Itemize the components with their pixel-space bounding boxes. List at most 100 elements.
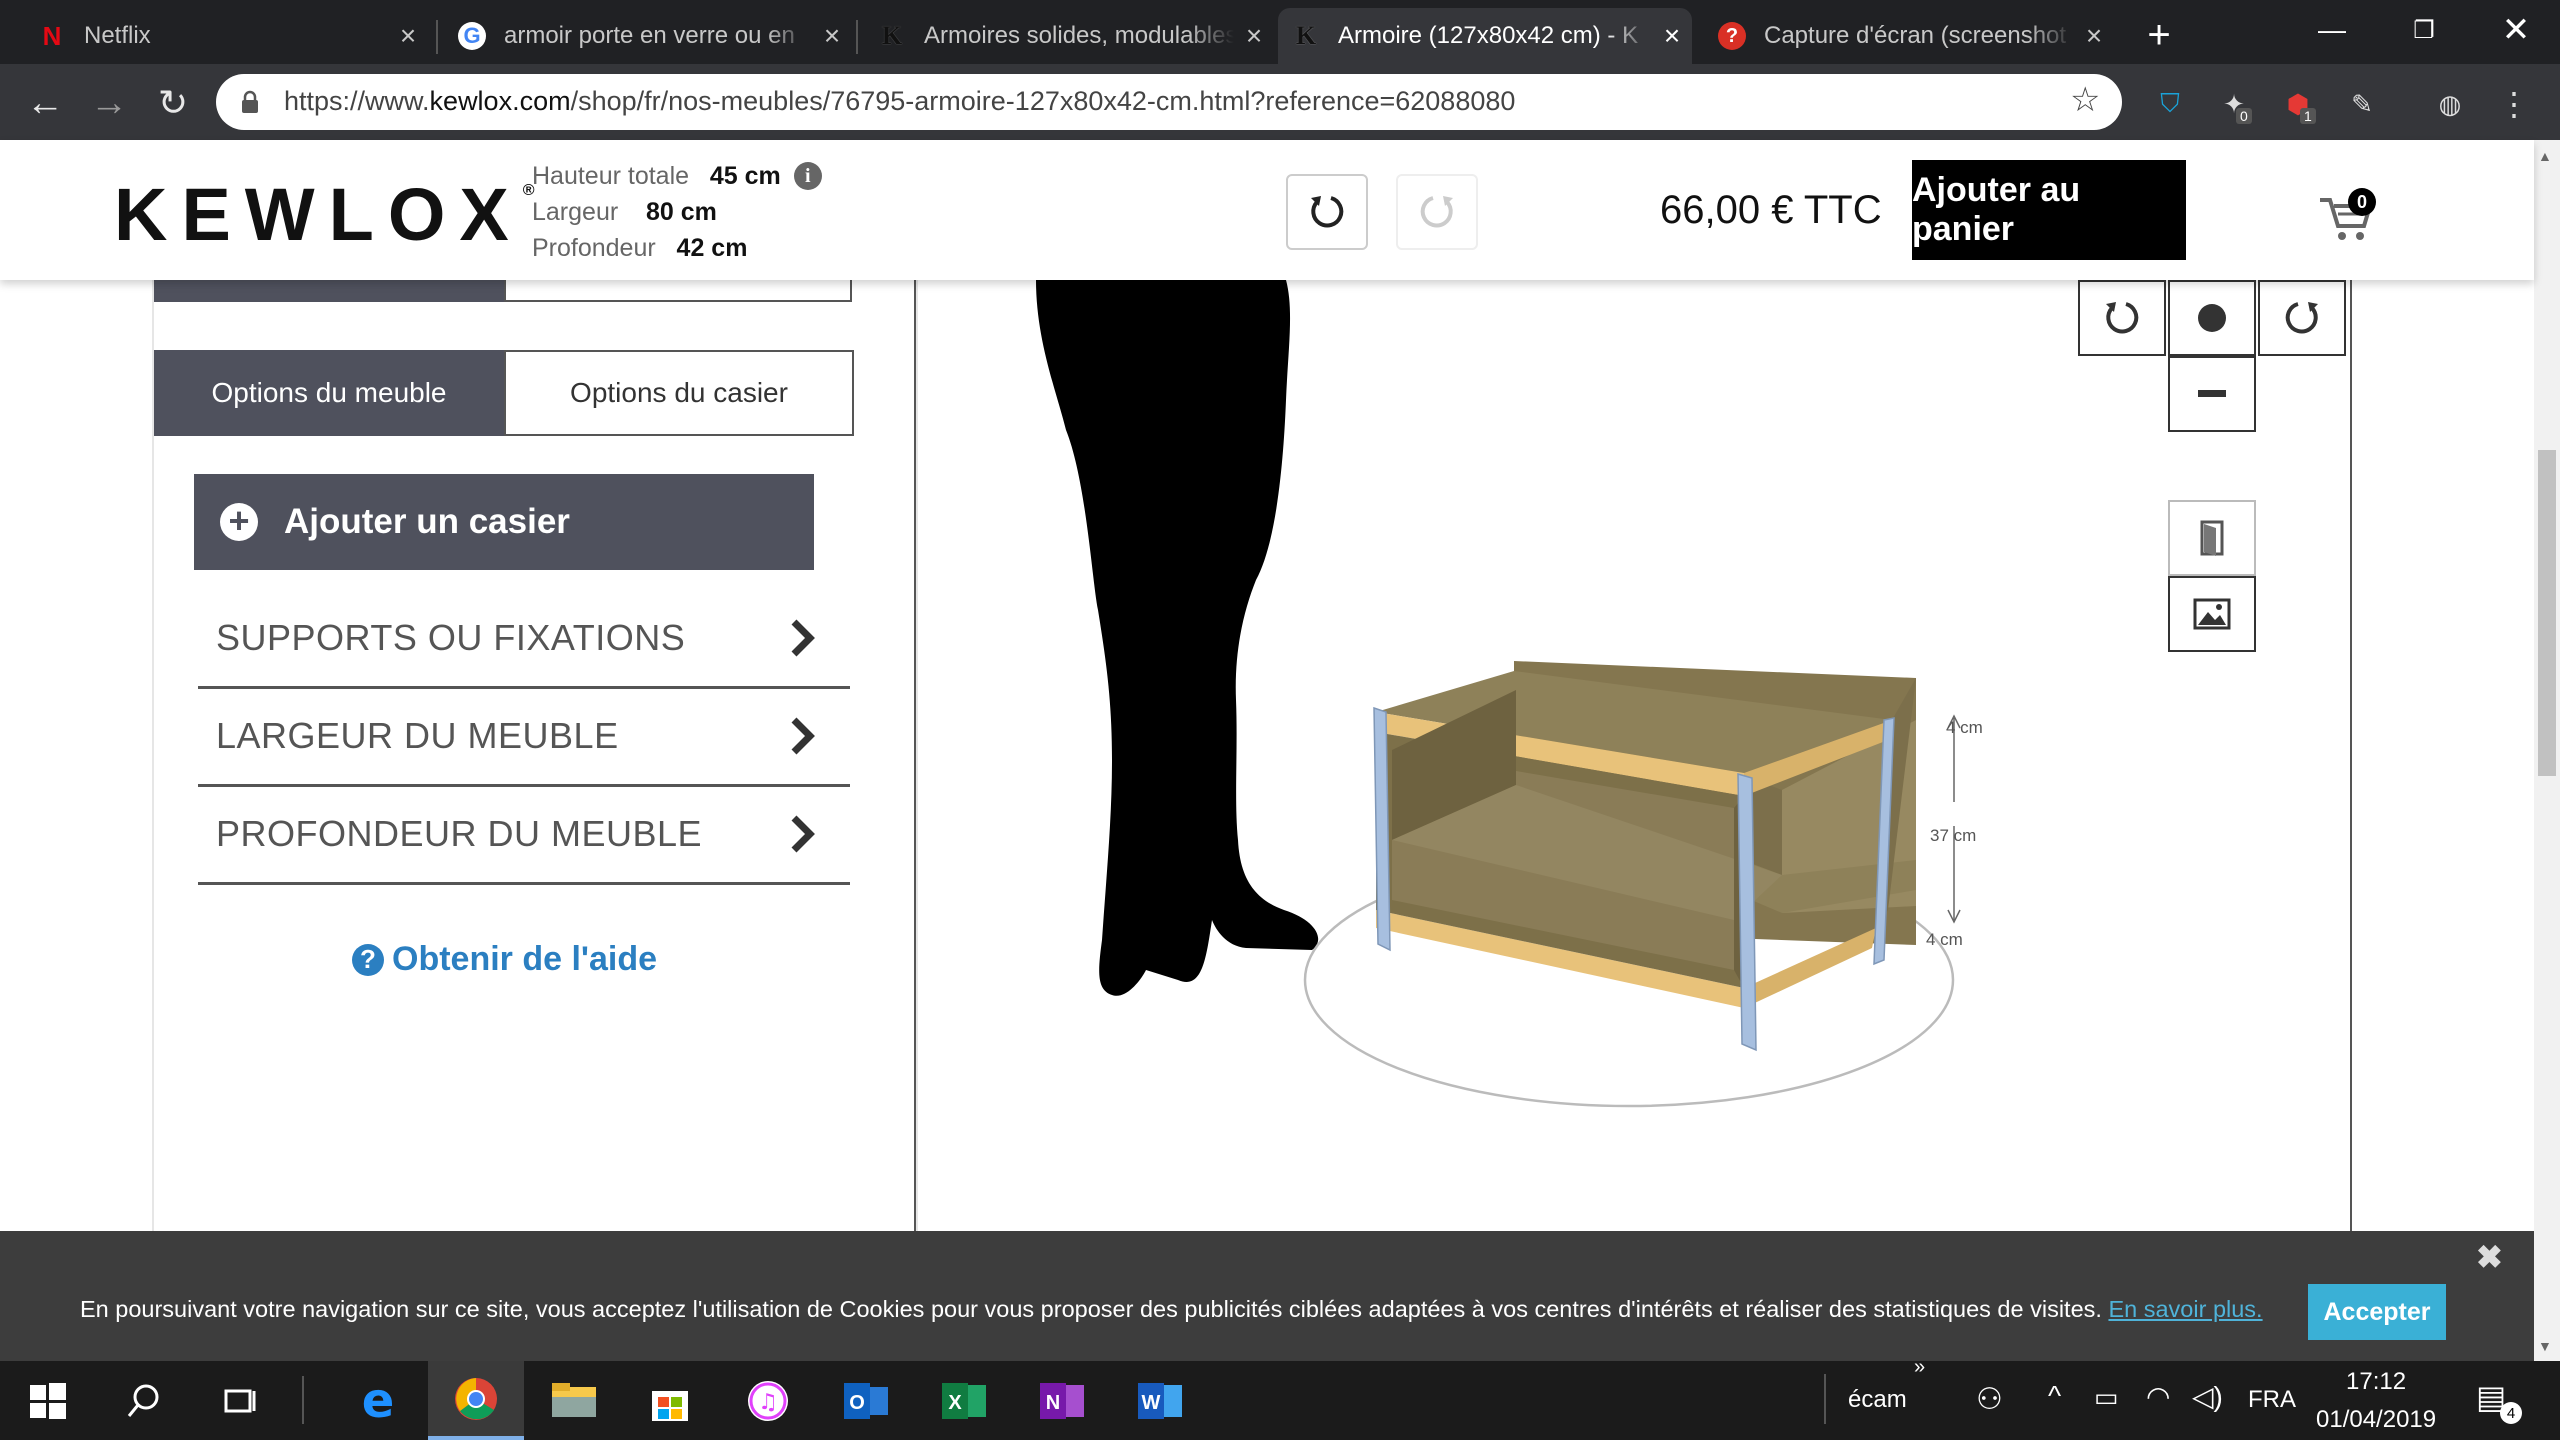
- svg-text:O: O: [849, 1392, 865, 1414]
- tab-furniture-options[interactable]: Options du meuble: [154, 350, 504, 436]
- close-icon[interactable]: ×: [2074, 20, 2114, 52]
- tab-netflix[interactable]: N Netflix ×: [24, 8, 428, 64]
- taskbar-excel[interactable]: X: [916, 1361, 1012, 1440]
- add-to-cart-button[interactable]: Ajouter au panier: [1912, 160, 2186, 260]
- cookie-text: En poursuivant votre navigation sur ce s…: [80, 1296, 2263, 1322]
- help-label: Obtenir de l'aide: [392, 940, 658, 978]
- taskbar-explorer[interactable]: [526, 1361, 622, 1440]
- section-width[interactable]: LARGEUR DU MEUBLE: [198, 688, 850, 787]
- input-language[interactable]: FRA: [2248, 1386, 2296, 1414]
- google-icon: G: [458, 22, 486, 50]
- tab-title: armoir porte en verre ou en: [504, 22, 795, 49]
- cookie-more-link[interactable]: En savoir plus.: [2108, 1296, 2262, 1322]
- depth-spec: Profondeur 42 cm: [532, 234, 748, 262]
- close-icon[interactable]: ×: [1234, 20, 1274, 52]
- redo-button[interactable]: [1396, 174, 1478, 250]
- minimize-icon[interactable]: —: [2286, 0, 2378, 60]
- onenote-icon: N: [1040, 1382, 1084, 1419]
- close-icon[interactable]: ×: [1652, 20, 1692, 52]
- tab-kewlox-armoire-active[interactable]: K Armoire (127x80x42 cm) - K ×: [1278, 8, 1692, 64]
- taskbar-onenote[interactable]: N: [1014, 1361, 1110, 1440]
- windows-start-button[interactable]: [0, 1361, 96, 1440]
- height-spec: Hauteur totale 45 cm i: [532, 162, 822, 191]
- minus-icon: [2198, 390, 2226, 397]
- close-icon[interactable]: ×: [812, 20, 852, 52]
- close-icon[interactable]: ×: [388, 20, 428, 52]
- clock-date[interactable]: 01/04/2019: [2316, 1406, 2436, 1434]
- battery-icon[interactable]: ▭: [2094, 1382, 2119, 1413]
- rotate-right-button[interactable]: [2258, 280, 2346, 356]
- task-view-button[interactable]: [192, 1361, 288, 1440]
- tab-separator: [436, 20, 438, 54]
- kewlox-logo[interactable]: KEWLOX®: [114, 172, 535, 257]
- toggle-doors-button[interactable]: [2168, 500, 2256, 576]
- add-locker-button[interactable]: + Ajouter un casier: [194, 474, 814, 570]
- taskbar-search-toolbar[interactable]: écam: [1848, 1386, 1907, 1414]
- toolbar-expand-icon[interactable]: »: [1914, 1356, 1925, 1379]
- new-tab-button[interactable]: +: [2136, 12, 2182, 58]
- extension-badge: 1: [2300, 108, 2316, 124]
- tab-separator: [856, 20, 858, 54]
- pen-extension-icon[interactable]: ✎: [2342, 84, 2382, 124]
- tab-screenshot-help[interactable]: ? Capture d'écran (screenshot ×: [1704, 8, 2114, 64]
- tab-title: Armoires solides, modulables: [924, 22, 1234, 49]
- scrollbar-thumb[interactable]: [2538, 450, 2556, 776]
- tab-locker-options[interactable]: Options du casier: [504, 350, 854, 436]
- plus-circle-icon: +: [220, 503, 258, 541]
- add-locker-label: Ajouter un casier: [284, 502, 570, 541]
- dimension-top-label: 4 cm: [1946, 718, 1983, 737]
- reload-icon[interactable]: ↻: [148, 78, 198, 128]
- taskbar-edge[interactable]: e: [330, 1361, 426, 1440]
- hidden-tab-dark: [154, 280, 504, 302]
- restore-icon[interactable]: ❐: [2378, 0, 2470, 60]
- tab-kewlox-armoires[interactable]: K Armoires solides, modulables ×: [864, 8, 1274, 64]
- notification-count-badge: 4: [2500, 1402, 2522, 1424]
- scroll-down-icon[interactable]: ▼: [2538, 1338, 2552, 1354]
- windows-logo-icon: [30, 1382, 66, 1419]
- taskbar-itunes[interactable]: ♫: [720, 1361, 816, 1440]
- tray-chevron-up-icon[interactable]: ^: [2048, 1380, 2061, 1412]
- tab-google-search[interactable]: G armoir porte en verre ou en ×: [444, 8, 852, 64]
- help-link[interactable]: ? Obtenir de l'aide: [352, 940, 657, 979]
- taskbar-divider: [302, 1376, 304, 1424]
- zoom-out-button[interactable]: [2168, 356, 2256, 432]
- reset-view-button[interactable]: [2168, 280, 2256, 356]
- chrome-icon: [455, 1377, 497, 1420]
- rotate-left-button[interactable]: [2078, 280, 2166, 356]
- undo-button[interactable]: [1286, 174, 1368, 250]
- forward-icon[interactable]: →: [84, 78, 134, 128]
- clock-time[interactable]: 17:12: [2346, 1368, 2406, 1396]
- scroll-up-icon[interactable]: ▲: [2538, 148, 2552, 164]
- furniture-scene[interactable]: [916, 280, 2346, 1140]
- taskbar-outlook[interactable]: O: [818, 1361, 914, 1440]
- profile-avatar-icon[interactable]: ◍: [2430, 84, 2470, 124]
- close-icon[interactable]: ✖: [2476, 1238, 2503, 1276]
- window-close-icon[interactable]: ✕: [2470, 0, 2560, 60]
- cabinet-model: [1373, 661, 1916, 1052]
- back-icon[interactable]: ←: [20, 78, 70, 128]
- bookmark-star-icon[interactable]: ☆: [2070, 80, 2100, 120]
- section-supports[interactable]: SUPPORTS OU FIXATIONS: [198, 590, 850, 689]
- taskbar-divider: [1824, 1374, 1826, 1424]
- wifi-icon[interactable]: ◠: [2146, 1380, 2170, 1413]
- menu-kebab-icon[interactable]: ⋮: [2494, 84, 2534, 124]
- section-depth[interactable]: PROFONDEUR DU MEUBLE: [198, 786, 850, 885]
- shield-extension-icon[interactable]: ⛉: [2150, 84, 2190, 124]
- dimension-bottom-label: 4 cm: [1926, 930, 1963, 949]
- taskbar-store[interactable]: [622, 1361, 718, 1440]
- width-spec: Largeur 80 cm: [532, 198, 717, 226]
- excel-icon: X: [942, 1382, 986, 1419]
- section-label: PROFONDEUR DU MEUBLE: [216, 813, 703, 854]
- kewlox-icon: K: [1295, 21, 1317, 50]
- accept-cookies-button[interactable]: Accepter: [2308, 1284, 2446, 1340]
- info-icon[interactable]: i: [793, 162, 822, 190]
- search-button[interactable]: [96, 1361, 192, 1440]
- taskbar-chrome[interactable]: [428, 1361, 524, 1440]
- task-view-icon: [224, 1389, 256, 1412]
- svg-text:♫: ♫: [758, 1390, 778, 1415]
- kewlox-icon: K: [878, 21, 906, 50]
- volume-icon[interactable]: ◁): [2192, 1380, 2223, 1413]
- background-image-button[interactable]: [2168, 576, 2256, 652]
- taskbar-word[interactable]: W: [1112, 1361, 1208, 1440]
- people-icon[interactable]: ⚇: [1976, 1382, 2003, 1417]
